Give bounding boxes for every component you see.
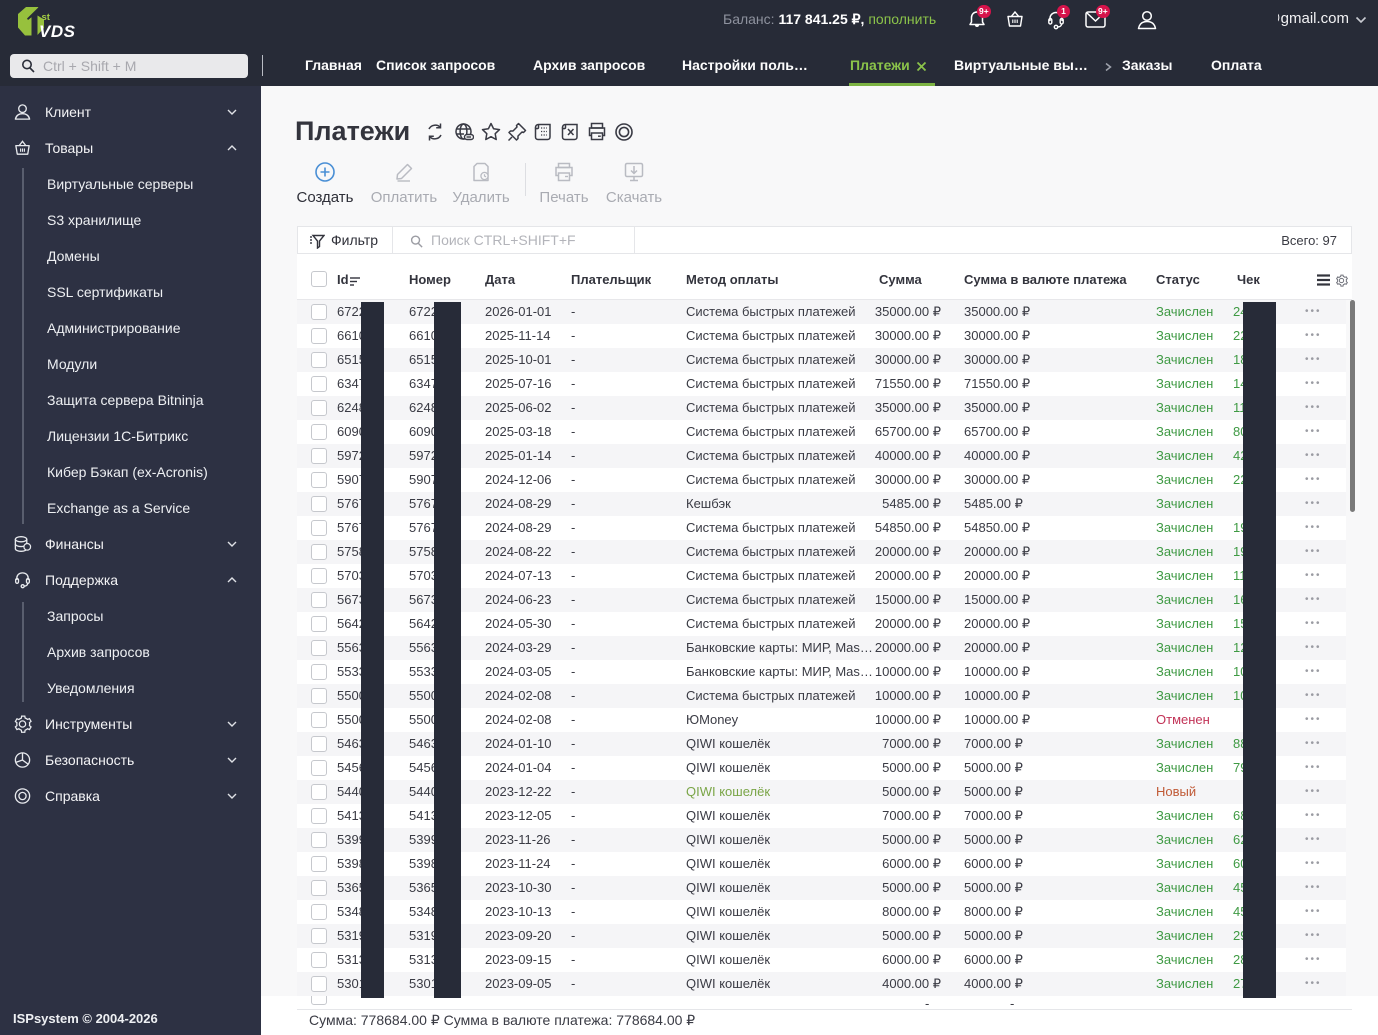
svg-text:VDS: VDS xyxy=(39,22,76,40)
